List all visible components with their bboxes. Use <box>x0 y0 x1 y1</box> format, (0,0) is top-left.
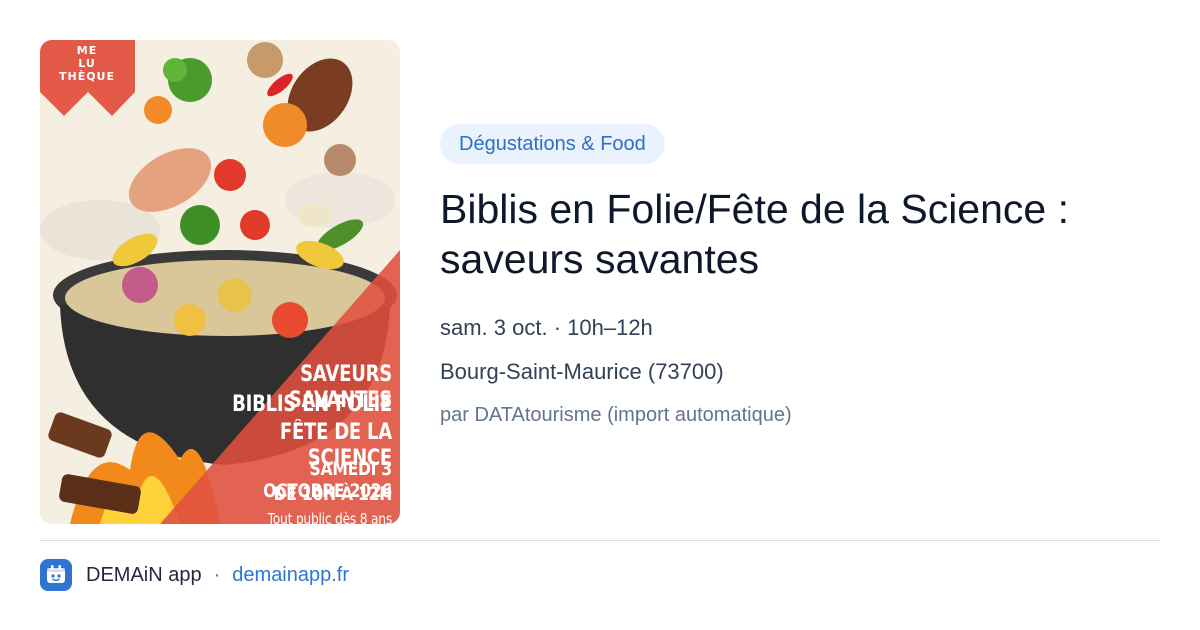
event-source: par DATAtourisme (import automatique) <box>440 404 792 426</box>
event-location: Bourg-Saint-Maurice (73700) <box>440 359 724 384</box>
event-preview-card: ME LU THÈQUE SAVEURS SAVANTES BIBLIS EN … <box>0 0 1200 630</box>
poster-audience: Tout public dès 8 ans <box>267 510 393 524</box>
poster-logo: ME LU THÈQUE <box>52 44 122 83</box>
event-date: sam. 3 oct. · 10h–12h <box>440 315 653 340</box>
event-title[interactable]: Biblis en Folie/Fête de la Science : sav… <box>440 184 1160 284</box>
poster-subtitle: BIBLIS EN FOLIE <box>232 392 392 417</box>
poster-logo-line: ME <box>76 44 98 57</box>
app-name: DEMAiN app <box>86 563 202 586</box>
footer: DEMAiN app · demainapp.fr <box>40 558 349 592</box>
footer-divider <box>40 540 1160 541</box>
event-poster-image[interactable]: ME LU THÈQUE SAVEURS SAVANTES BIBLIS EN … <box>40 40 400 524</box>
footer-separator: · <box>213 563 221 586</box>
poster-logo-line: LU <box>78 57 96 70</box>
category-badge[interactable]: Dégustations & Food <box>440 124 665 164</box>
demain-app-icon <box>40 559 72 591</box>
poster-logo-line: THÈQUE <box>58 70 116 83</box>
app-website-link[interactable]: demainapp.fr <box>232 564 349 587</box>
poster-time: DE 10H À 12H <box>273 483 393 505</box>
